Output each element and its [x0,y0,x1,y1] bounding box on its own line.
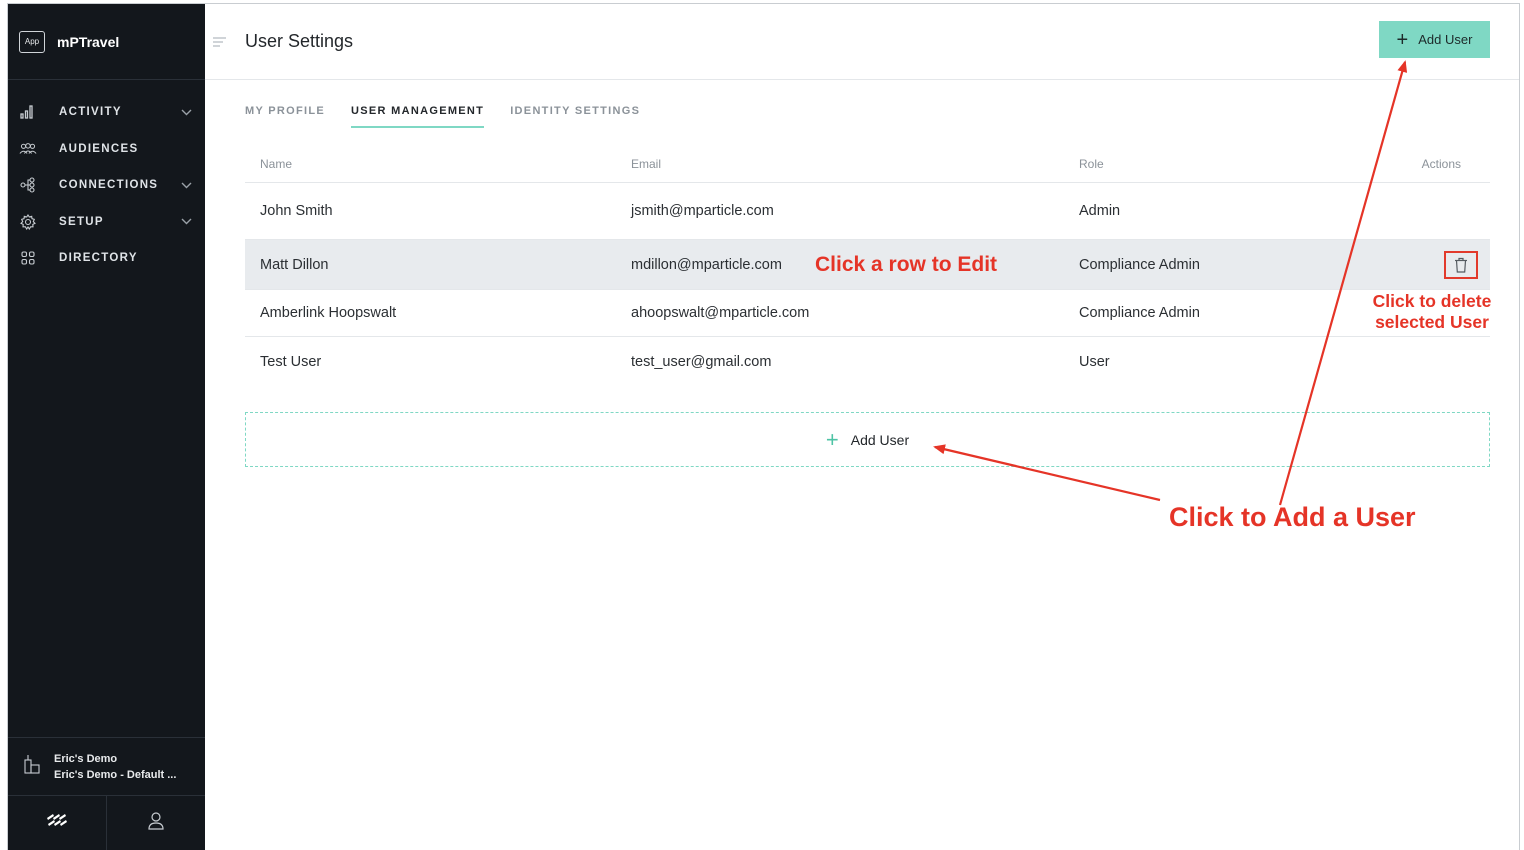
sidebar-item-audiences[interactable]: AUDIENCES [8,131,205,168]
workspace-name: Eric's Demo - Default ... [54,768,177,781]
add-user-button-label: Add User [1418,32,1473,47]
sidebar-item-label: CONNECTIONS [59,179,159,192]
cell-actions [1395,250,1490,279]
table-row[interactable]: Amberlink Hoopswalt ahoopswalt@mparticle… [245,290,1490,337]
sidebar-item-label: DIRECTORY [59,252,138,265]
sidebar: App mPTravel ACTIVITY AUDIENCES CONNECTI… [8,4,205,850]
column-header-name: Name [260,156,293,171]
sidebar-nav: ACTIVITY AUDIENCES CONNECTIONS SETUP DIR… [8,80,205,277]
annotation-delete: Click to delete selected User [1362,291,1502,333]
page-title: User Settings [245,31,354,51]
delete-user-button[interactable] [1444,250,1478,279]
plus-icon: + [1396,28,1409,51]
cell-email: jsmith@mparticle.com [631,203,774,219]
cell-email: test_user@gmail.com [631,354,772,370]
tab-my-profile[interactable]: MY PROFILE [245,105,325,128]
cell-role: Admin [1079,203,1121,219]
annotation-delete-line1: Click to delete [1372,291,1492,311]
column-header-actions: Actions [1421,156,1461,171]
cell-role: Compliance Admin [1079,256,1200,273]
column-header-email: Email [631,156,662,171]
page-header: User Settings + Add User [205,4,1519,80]
workspace-switcher[interactable]: Eric's Demo Eric's Demo - Default ... [8,737,205,796]
chevron-down-icon[interactable] [179,218,193,225]
cell-name: Test User [260,354,322,370]
workspace-info: Eric's Demo Eric's Demo - Default ... [54,751,176,783]
app-badge: App [19,30,45,53]
gear-icon [19,213,37,231]
user-icon [147,811,165,836]
settings-tabs: MY PROFILE USER MANAGEMENT IDENTITY SETT… [245,105,666,128]
cell-name: John Smith [260,203,333,219]
annotation-delete-line2: selected User [1375,312,1489,332]
add-user-row-label: Add User [850,431,910,448]
chevron-down-icon[interactable] [179,109,193,116]
chevron-down-icon[interactable] [179,182,193,189]
menu-icon[interactable] [213,34,227,52]
tab-identity-settings[interactable]: IDENTITY SETTINGS [510,105,640,128]
table-row[interactable]: Test User test_user@gmail.com User [245,337,1490,387]
cell-name: Amberlink Hoopswalt [260,305,397,321]
table-row[interactable]: John Smith jsmith@mparticle.com Admin [245,183,1490,240]
sidebar-item-activity[interactable]: ACTIVITY [8,94,205,131]
add-user-button[interactable]: + Add User [1379,21,1490,58]
bar-chart-icon [19,103,37,121]
mparticle-logo-button[interactable] [8,796,106,850]
sidebar-item-label: AUDIENCES [59,142,139,155]
trash-icon [1455,257,1467,273]
people-icon [19,140,37,158]
plus-icon: + [825,426,839,452]
sidebar-item-directory[interactable]: DIRECTORY [8,240,205,277]
grid-icon [19,249,37,267]
tab-user-management[interactable]: USER MANAGEMENT [351,105,485,128]
annotation-add: Click to Add a User [1169,502,1416,532]
mparticle-logo-icon [45,813,69,834]
workspace-org: Eric's Demo [54,752,118,765]
cell-name: Matt Dillon [260,256,329,273]
add-user-row-button[interactable]: + Add User [245,412,1490,467]
sidebar-item-label: ACTIVITY [59,106,122,119]
brand[interactable]: App mPTravel [8,4,205,80]
user-profile-button[interactable] [106,796,205,850]
sidebar-item-connections[interactable]: CONNECTIONS [8,167,205,204]
sidebar-item-setup[interactable]: SETUP [8,204,205,241]
sidebar-item-label: SETUP [59,215,104,228]
annotation-edit: Click a row to Edit [815,253,998,276]
cell-email: ahoopswalt@mparticle.com [631,305,810,321]
sidebar-bottom-bar [8,796,205,850]
cell-role: Compliance Admin [1079,305,1200,321]
cell-role: User [1079,354,1110,370]
building-icon [24,754,40,779]
column-header-role: Role [1079,156,1104,171]
table-header: Name Email Role Actions [245,145,1490,183]
connections-icon [19,176,37,194]
app-name: mPTravel [57,33,120,50]
